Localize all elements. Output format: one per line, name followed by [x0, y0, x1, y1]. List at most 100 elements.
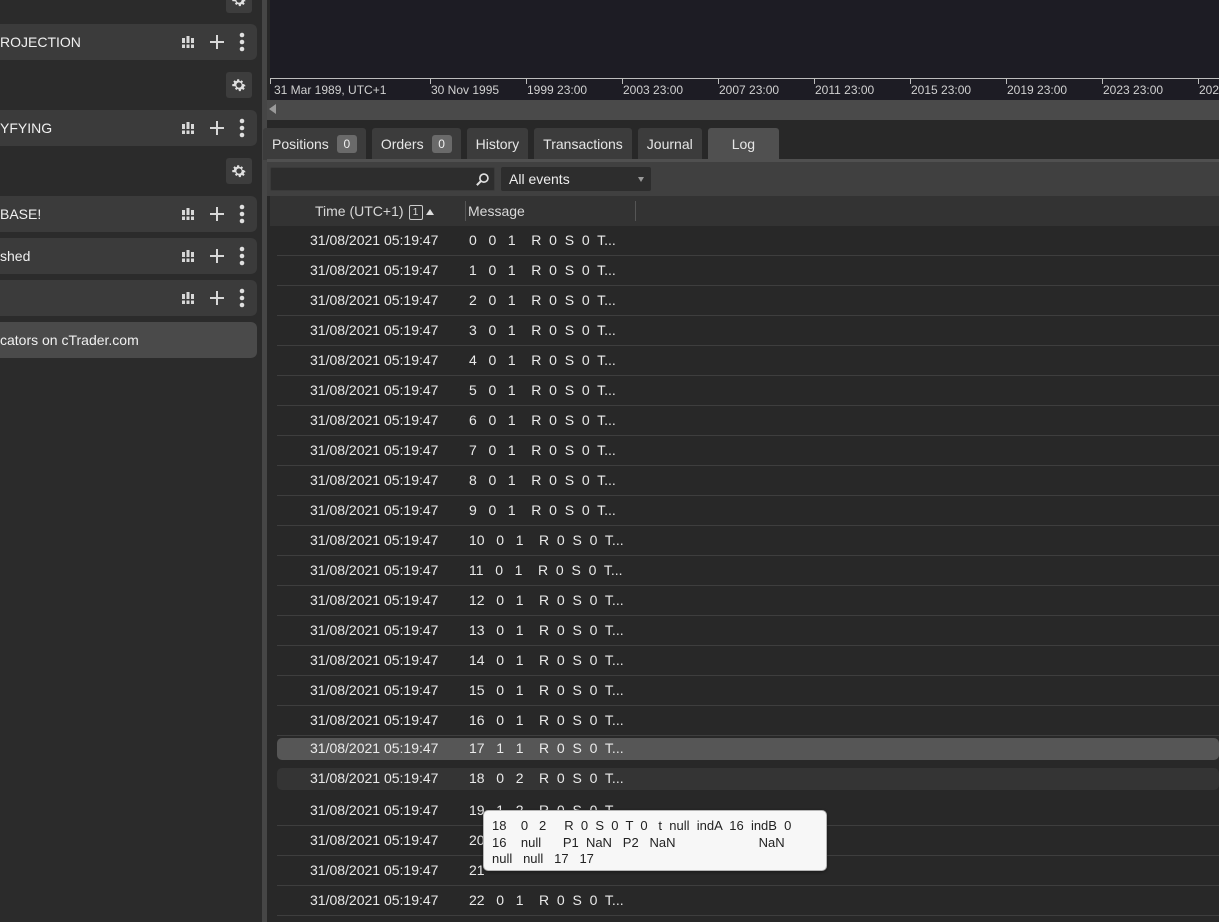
log-search-input[interactable]	[271, 168, 471, 190]
log-time: 31/08/2021 05:19:47	[310, 862, 439, 878]
log-row[interactable]: 31/08/2021 05:19:47 12 0 1 R 0 S 0 T...	[277, 586, 1219, 616]
log-row[interactable]: 31/08/2021 05:19:47 10 0 1 R 0 S 0 T...	[277, 526, 1219, 556]
log-row[interactable]: 31/08/2021 05:19:47 11 0 1 R 0 S 0 T...	[277, 556, 1219, 586]
log-row[interactable]: 31/08/2021 05:19:47 13 0 1 R 0 S 0 T...	[277, 616, 1219, 646]
instances-icon[interactable]	[181, 207, 195, 221]
column-separator[interactable]	[465, 201, 466, 221]
log-row-hovered[interactable]: 31/08/2021 05:19:47 18 0 2 R 0 S 0 T...	[277, 768, 1219, 790]
log-search-box[interactable]	[270, 167, 495, 191]
time-axis-tick: 2019 23:00	[1007, 83, 1068, 97]
log-row[interactable]: 31/08/2021 05:19:47 5 0 1 R 0 S 0 T...	[277, 376, 1219, 406]
instance-row-yfying[interactable]: YFYING	[0, 110, 257, 146]
log-grid-header: Time (UTC+1) 1 Message	[270, 196, 1219, 226]
time-axis-tick: 2015 23:00	[911, 83, 972, 97]
tab-journal[interactable]: Journal	[637, 128, 702, 160]
instances-icon[interactable]	[181, 121, 195, 135]
add-instance-icon[interactable]	[209, 290, 225, 306]
instance-row-projection[interactable]: ROJECTION	[0, 24, 257, 60]
ctrader-indicators-link[interactable]: cators on cTrader.com	[0, 322, 257, 358]
instances-icon[interactable]	[181, 249, 195, 263]
log-time: 31/08/2021 05:19:47	[310, 712, 439, 728]
log-time: 31/08/2021 05:19:47	[310, 832, 439, 848]
more-options-icon[interactable]	[239, 246, 245, 266]
tab-log[interactable]: Log	[707, 128, 780, 160]
search-icon[interactable]	[475, 172, 490, 190]
bottom-tabs: Positions 0 Orders 0 History Transaction…	[263, 128, 780, 160]
add-instance-icon[interactable]	[209, 248, 225, 264]
log-message-tooltip: 18 0 2 R 0 S 0 T 0 t null indA 16 indB 0…	[483, 810, 827, 871]
time-axis-tick: 30 Nov 1995	[431, 83, 500, 97]
more-options-icon[interactable]	[239, 118, 245, 138]
log-row[interactable]: 31/08/2021 05:19:47 16 0 1 R 0 S 0 T...	[277, 706, 1219, 736]
column-header-time[interactable]: Time (UTC+1) 1	[315, 203, 434, 220]
log-row-selected[interactable]: 31/08/2021 05:19:47 17 1 1 R 0 S 0 T...	[277, 738, 1219, 760]
log-message: 5 0 1 R 0 S 0 T...	[469, 382, 616, 398]
settings-gear-button[interactable]	[226, 0, 252, 13]
gear-icon	[232, 79, 246, 92]
log-message: 3 0 1 R 0 S 0 T...	[469, 322, 616, 338]
tab-transactions[interactable]: Transactions	[534, 128, 632, 160]
log-message: 15 0 1 R 0 S 0 T...	[469, 682, 624, 698]
log-message: 4 0 1 R 0 S 0 T...	[469, 352, 616, 368]
log-row[interactable]: 31/08/2021 05:19:47 4 0 1 R 0 S 0 T...	[277, 346, 1219, 376]
left-panel: ROJECTION YFYING BASE! shed cators on cT…	[0, 0, 262, 922]
events-filter-select[interactable]: All events	[501, 167, 651, 191]
chart-area[interactable]	[270, 0, 1219, 78]
tab-positions[interactable]: Positions 0	[263, 128, 366, 160]
tick-mark	[270, 79, 271, 84]
log-time: 31/08/2021 05:19:47	[310, 472, 439, 488]
tab-label: Journal	[646, 136, 693, 152]
right-panel: 31 Mar 1989, UTC+1 30 Nov 1995 1999 23:0…	[263, 0, 1219, 922]
log-row[interactable]: 31/08/2021 05:19:47 0 0 1 R 0 S 0 T...	[277, 226, 1219, 256]
log-message: 13 0 1 R 0 S 0 T...	[469, 622, 624, 638]
log-row[interactable]: 31/08/2021 05:19:47 7 0 1 R 0 S 0 T...	[277, 436, 1219, 466]
more-options-icon[interactable]	[239, 204, 245, 224]
instance-row-shed[interactable]: shed	[0, 238, 257, 274]
log-message: 18 0 2 R 0 S 0 T...	[469, 770, 624, 786]
log-row[interactable]: 31/08/2021 05:19:47 3 0 1 R 0 S 0 T...	[277, 316, 1219, 346]
column-separator[interactable]	[635, 201, 636, 221]
gear-icon	[232, 0, 246, 7]
log-filter-bar: All events	[267, 162, 1219, 196]
instance-row-label: BASE!	[0, 206, 42, 222]
log-time: 31/08/2021 05:19:47	[310, 652, 439, 668]
scroll-left-arrow-icon[interactable]	[269, 104, 276, 114]
time-axis-tick: 2003 23:00	[623, 83, 684, 97]
log-row[interactable]: 31/08/2021 05:19:47 1 0 1 R 0 S 0 T...	[277, 256, 1219, 286]
add-instance-icon[interactable]	[209, 34, 225, 50]
more-options-icon[interactable]	[239, 288, 245, 308]
instance-row-unnamed[interactable]	[0, 280, 257, 316]
log-message: 1 0 1 R 0 S 0 T...	[469, 262, 616, 278]
settings-gear-button[interactable]	[226, 158, 252, 184]
add-instance-icon[interactable]	[209, 206, 225, 222]
chevron-down-icon	[638, 177, 644, 182]
tooltip-line: 16 null P1 NaN P2 NaN NaN	[492, 835, 785, 850]
events-filter-value: All events	[509, 171, 570, 187]
log-message: 22 0 1 R 0 S 0 T...	[469, 892, 624, 908]
time-axis: 31 Mar 1989, UTC+1 30 Nov 1995 1999 23:0…	[270, 78, 1219, 100]
tab-history[interactable]: History	[466, 128, 529, 160]
instance-row-base[interactable]: BASE!	[0, 196, 257, 232]
log-time: 31/08/2021 05:19:47	[310, 232, 439, 248]
instance-row-label: shed	[0, 248, 31, 264]
log-row[interactable]: 31/08/2021 05:19:47 9 0 1 R 0 S 0 T...	[277, 496, 1219, 526]
log-row[interactable]: 31/08/2021 05:19:47 14 0 1 R 0 S 0 T...	[277, 646, 1219, 676]
log-row[interactable]: 31/08/2021 05:19:47 6 0 1 R 0 S 0 T...	[277, 406, 1219, 436]
more-options-icon[interactable]	[239, 32, 245, 52]
log-time: 31/08/2021 05:19:47	[310, 892, 439, 908]
chart-horizontal-scrollbar[interactable]	[267, 100, 1219, 120]
log-row[interactable]: 31/08/2021 05:19:47 15 0 1 R 0 S 0 T...	[277, 676, 1219, 706]
log-row[interactable]: 31/08/2021 05:19:47 2 0 1 R 0 S 0 T...	[277, 286, 1219, 316]
log-row[interactable]: 31/08/2021 05:19:47 22 0 1 R 0 S 0 T...	[277, 886, 1219, 916]
column-header-message[interactable]: Message	[468, 203, 525, 219]
instances-icon[interactable]	[181, 291, 195, 305]
tab-orders[interactable]: Orders 0	[371, 128, 461, 160]
log-row[interactable]: 31/08/2021 05:19:47 8 0 1 R 0 S 0 T...	[277, 466, 1219, 496]
add-instance-icon[interactable]	[209, 120, 225, 136]
log-message: 8 0 1 R 0 S 0 T...	[469, 472, 616, 488]
log-message: 10 0 1 R 0 S 0 T...	[469, 532, 624, 548]
log-time: 31/08/2021 05:19:47	[310, 442, 439, 458]
settings-gear-button[interactable]	[226, 72, 252, 98]
time-axis-tick: 1999 23:00	[527, 83, 588, 97]
instances-icon[interactable]	[181, 35, 195, 49]
